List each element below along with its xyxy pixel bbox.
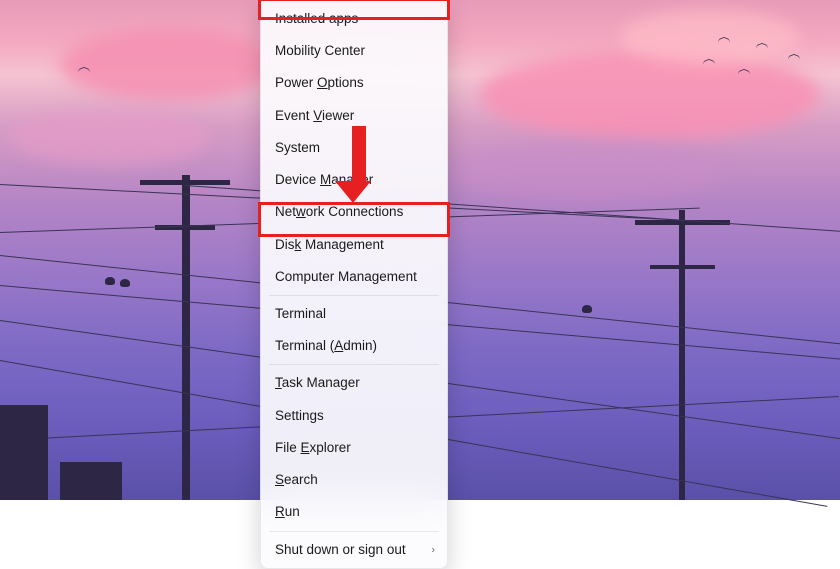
- menu-item-computer-management[interactable]: Computer Management: [263, 261, 445, 293]
- menu-item-search[interactable]: Search: [263, 464, 445, 496]
- menu-item-label: Mobility Center: [275, 43, 365, 58]
- menu-item-label: Search: [275, 472, 318, 487]
- wallpaper-cloud: [450, 140, 730, 200]
- menu-separator: [269, 295, 439, 296]
- menu-separator: [269, 364, 439, 365]
- menu-item-label: Network Connections: [275, 204, 403, 219]
- menu-item-run[interactable]: Run: [263, 496, 445, 528]
- wallpaper-cloud: [10, 110, 210, 165]
- menu-item-label: Power Options: [275, 75, 364, 90]
- menu-item-shut-down-or-sign-out[interactable]: Shut down or sign out ›: [263, 534, 445, 566]
- menu-item-label: Task Manager: [275, 375, 360, 390]
- wallpaper-bird: [756, 44, 768, 50]
- menu-item-task-manager[interactable]: Task Manager: [263, 367, 445, 399]
- wallpaper-bird-sitting: [120, 279, 130, 287]
- wallpaper-building: [0, 405, 48, 500]
- menu-item-file-explorer[interactable]: File Explorer: [263, 432, 445, 464]
- wallpaper-building: [60, 462, 122, 500]
- menu-item-settings[interactable]: Settings: [263, 400, 445, 432]
- menu-item-label: Settings: [275, 408, 324, 423]
- menu-item-disk-management[interactable]: Disk Management: [263, 229, 445, 261]
- menu-item-label: Device Manager: [275, 172, 373, 187]
- wallpaper-bird: [78, 68, 90, 74]
- menu-item-terminal-admin[interactable]: Terminal (Admin): [263, 330, 445, 362]
- menu-item-label: Run: [275, 504, 300, 519]
- menu-item-system[interactable]: System: [263, 132, 445, 164]
- menu-item-event-viewer[interactable]: Event Viewer: [263, 100, 445, 132]
- wallpaper-cloud: [620, 10, 800, 65]
- wallpaper-cloud: [480, 50, 820, 140]
- menu-item-label: Terminal: [275, 306, 326, 321]
- winx-context-menu: Installed apps Mobility Center Power Optio…: [260, 0, 448, 569]
- chevron-right-icon: ›: [432, 543, 435, 557]
- menu-item-installed-apps[interactable]: Installed apps: [263, 3, 445, 35]
- wallpaper-pole: [182, 175, 190, 500]
- menu-separator: [269, 531, 439, 532]
- menu-item-label: File Explorer: [275, 440, 351, 455]
- wallpaper-bird-sitting: [582, 305, 592, 313]
- menu-item-label: Shut down or sign out: [275, 542, 406, 557]
- menu-item-label: Disk Management: [275, 237, 384, 252]
- menu-item-mobility-center[interactable]: Mobility Center: [263, 35, 445, 67]
- menu-item-label: Event Viewer: [275, 108, 354, 123]
- wallpaper-pole: [679, 210, 685, 500]
- wallpaper-bird: [738, 70, 750, 76]
- menu-item-device-manager[interactable]: Device Manager: [263, 164, 445, 196]
- wallpaper-crossbar: [650, 265, 715, 269]
- menu-item-label: Terminal (Admin): [275, 338, 377, 353]
- menu-item-label: Computer Management: [275, 269, 417, 284]
- menu-item-terminal[interactable]: Terminal: [263, 298, 445, 330]
- wallpaper-bird: [703, 60, 715, 66]
- menu-item-network-connections[interactable]: Network Connections: [263, 196, 445, 228]
- menu-item-power-options[interactable]: Power Options: [263, 67, 445, 99]
- wallpaper-bird-sitting: [105, 277, 115, 285]
- wallpaper-bird: [718, 38, 730, 44]
- menu-item-label: Installed apps: [275, 11, 358, 26]
- menu-item-label: System: [275, 140, 320, 155]
- wallpaper-cloud: [60, 30, 280, 100]
- wallpaper-bird: [788, 55, 800, 61]
